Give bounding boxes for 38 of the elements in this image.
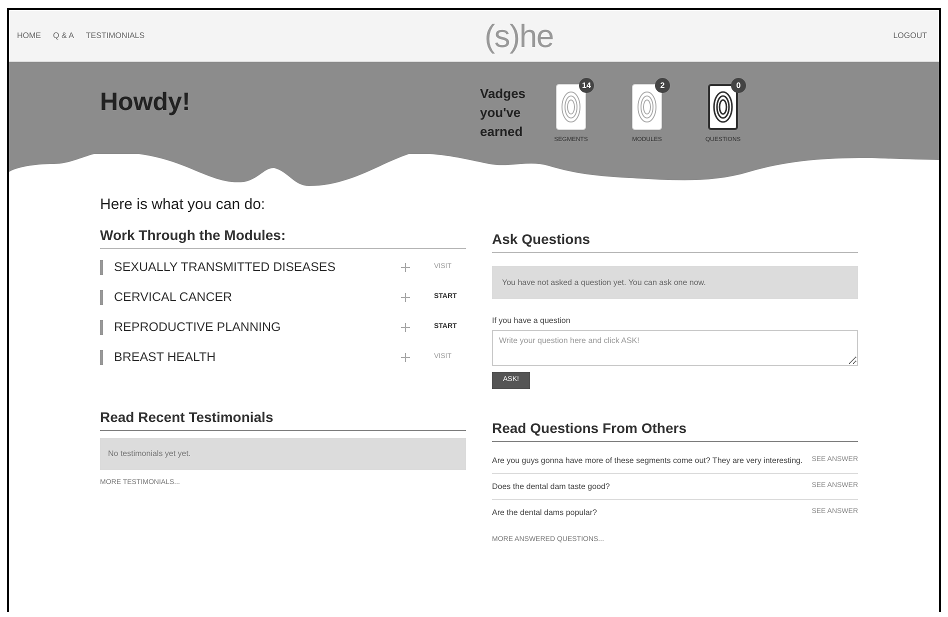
notice-box: You have not asked a question yet. You can ask one now. xyxy=(492,266,858,299)
row-marker xyxy=(100,320,103,335)
section-heading: Work Through the Modules: xyxy=(100,224,466,248)
module-name: SEXUALLY TRANSMITTED DISEASES xyxy=(114,259,337,276)
question-text: Does the dental dam taste good? xyxy=(492,481,611,493)
row-marker xyxy=(100,260,103,275)
logout-link[interactable]: LOGOUT xyxy=(893,30,931,42)
nav-link[interactable]: Q & A xyxy=(53,30,74,42)
question-field[interactable]: Write your question here and click ASK! xyxy=(492,330,858,366)
intro-text: Here is what you can do: xyxy=(100,195,266,215)
plus-icon[interactable] xyxy=(401,293,410,302)
nav-link[interactable]: TESTIMONIALS xyxy=(86,30,145,42)
concentric-ovals-icon xyxy=(713,90,733,124)
module-name: REPRODUCTIVE PLANNING xyxy=(114,319,282,336)
question-text: Are the dental dams popular? xyxy=(492,507,598,519)
count-badge: 2 xyxy=(655,78,670,93)
greeting-heading: Howdy! xyxy=(100,90,192,118)
module-name: CERVICAL CANCER xyxy=(114,289,234,306)
site-logo[interactable]: (s)he xyxy=(484,20,554,52)
plus-icon[interactable] xyxy=(401,263,410,272)
row-marker xyxy=(100,290,103,305)
badge-card[interactable] xyxy=(708,84,738,130)
question-text: Are you guys gonna have more of these segments come out? They are very interesting. xyxy=(492,455,804,467)
notice-box: No testimonials yet yet. xyxy=(100,438,466,470)
badges-title: Vadges you've earned xyxy=(480,85,527,141)
section-heading: Read Questions From Others xyxy=(492,418,858,442)
section-heading: Read Recent Testimonials xyxy=(100,406,466,430)
concentric-ovals-icon xyxy=(637,90,657,124)
nav-link[interactable]: HOME xyxy=(17,30,41,42)
field-label: If you have a question xyxy=(492,315,572,327)
concentric-ovals-icon xyxy=(561,90,581,124)
row-marker xyxy=(100,350,103,365)
plus-icon[interactable] xyxy=(401,353,410,362)
count-badge: 0 xyxy=(731,78,746,93)
plus-icon[interactable] xyxy=(401,323,410,332)
count-badge: 14 xyxy=(579,78,594,93)
section-heading: Ask Questions xyxy=(492,229,858,253)
module-name: BREAST HEALTH xyxy=(114,349,217,366)
